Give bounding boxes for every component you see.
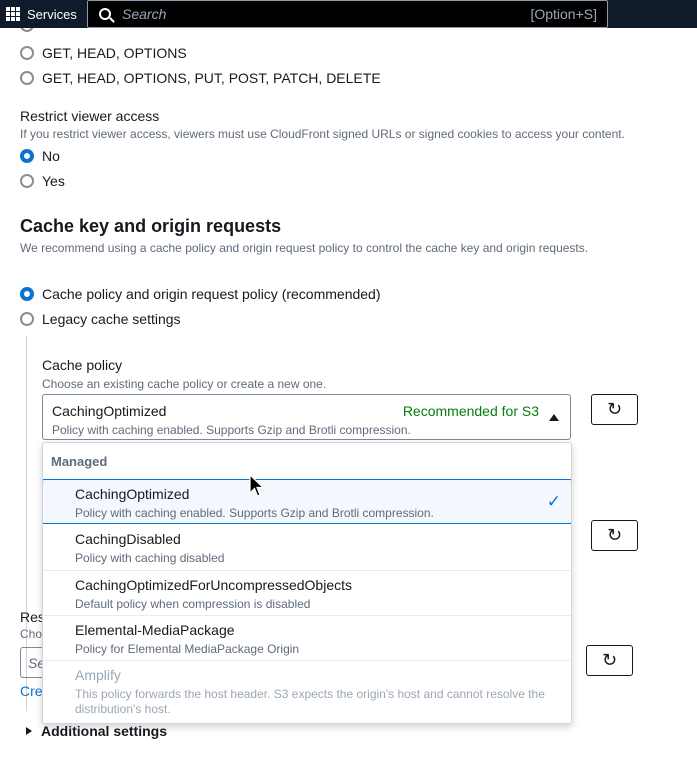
- cache-policy-dropdown: Managed CachingOptimized Policy with cac…: [42, 442, 572, 724]
- radio-button[interactable]: [20, 46, 34, 60]
- checkmark-icon: ✓: [546, 492, 561, 512]
- allowed-methods-option-all[interactable]: GET, HEAD, OPTIONS, PUT, POST, PATCH, DE…: [20, 70, 381, 86]
- additional-settings-label: Additional settings: [41, 723, 167, 739]
- legacy-cache-settings-option[interactable]: Legacy cache settings: [20, 311, 181, 327]
- restrict-viewer-access-description: If you restrict viewer access, viewers m…: [20, 127, 625, 141]
- option-description: Policy with caching disabled: [75, 551, 225, 565]
- option-title: CachingOptimized: [75, 486, 190, 502]
- option-description: Policy for Elemental MediaPackage Origin: [75, 642, 300, 656]
- option-description: This policy forwards the host header. S3…: [75, 687, 545, 716]
- refresh-icon: ↻: [606, 525, 623, 546]
- cache-policy-label: Cache policy: [42, 357, 123, 373]
- cache-policy-select[interactable]: CachingOptimized Policy with caching ena…: [42, 394, 571, 440]
- radio-label: Legacy cache settings: [42, 311, 181, 327]
- selected-policy-title: CachingOptimized: [52, 403, 167, 419]
- dropdown-option-amplify: Amplify This policy forwards the host he…: [43, 660, 571, 718]
- search-placeholder: Search: [122, 6, 167, 22]
- option-description: Policy with caching enabled. Supports Gz…: [75, 506, 434, 520]
- services-menu-button[interactable]: Services: [0, 0, 77, 28]
- radio-button[interactable]: [20, 149, 34, 163]
- restrict-viewer-access-yes[interactable]: Yes: [20, 173, 65, 189]
- option-title: Elemental-MediaPackage: [75, 622, 235, 638]
- option-title: CachingOptimizedForUncompressedObjects: [75, 577, 352, 593]
- dropdown-option-elemental-mediapackage[interactable]: Elemental-MediaPackage Policy for Elemen…: [43, 615, 571, 660]
- allowed-methods-option-get-head-options[interactable]: GET, HEAD, OPTIONS: [20, 45, 187, 61]
- cache-key-section-title: Cache key and origin requests: [20, 216, 282, 236]
- selected-policy-description: Policy with caching enabled. Supports Gz…: [52, 423, 411, 437]
- dropdown-option-caching-disabled[interactable]: CachingDisabled Policy with caching disa…: [43, 525, 571, 570]
- search-icon: [99, 8, 111, 20]
- radio-button[interactable]: [20, 312, 34, 326]
- refresh-icon: ↻: [601, 650, 618, 671]
- additional-settings-expander[interactable]: Additional settings: [26, 723, 167, 739]
- response-headers-policy-select[interactable]: Se: [20, 647, 42, 678]
- dropdown-option-caching-optimized-uncompressed[interactable]: CachingOptimizedForUncompressedObjects D…: [43, 570, 571, 615]
- create-policy-link[interactable]: Crea: [20, 683, 42, 699]
- radio-button[interactable]: [20, 287, 34, 301]
- refresh-origin-request-policy-button[interactable]: ↻: [591, 520, 638, 551]
- option-description: Default policy when compression is disab…: [75, 597, 311, 611]
- dropdown-option-caching-optimized[interactable]: CachingOptimized Policy with caching ena…: [43, 479, 571, 524]
- search-shortcut-hint: [Option+S]: [530, 6, 597, 22]
- dropdown-group-label: Managed: [51, 454, 108, 469]
- restrict-viewer-access-label: Restrict viewer access: [20, 108, 160, 124]
- refresh-icon: ↻: [606, 399, 623, 420]
- caret-up-icon: [549, 414, 559, 421]
- option-title: Amplify: [75, 667, 121, 683]
- radio-label: GET, HEAD, OPTIONS: [42, 45, 187, 61]
- search-input[interactable]: Search [Option+S]: [87, 0, 608, 28]
- cache-key-section-description: We recommend using a cache policy and or…: [20, 241, 589, 255]
- caret-right-icon: [26, 727, 32, 735]
- services-label: Services: [27, 6, 77, 22]
- top-navigation-bar: Services Search [Option+S]: [0, 0, 697, 28]
- services-grid-icon: [6, 7, 20, 21]
- response-headers-policy-label: Resp: [20, 609, 42, 625]
- radio-button[interactable]: [20, 71, 34, 85]
- refresh-cache-policy-button[interactable]: ↻: [591, 394, 638, 425]
- response-headers-policy-description: Choo: [20, 627, 42, 641]
- allowed-methods-radio-get-head[interactable]: [20, 28, 34, 32]
- restrict-viewer-access-no[interactable]: No: [20, 148, 60, 164]
- radio-label: GET, HEAD, OPTIONS, PUT, POST, PATCH, DE…: [42, 70, 381, 86]
- radio-label: No: [42, 148, 60, 164]
- recommended-tag: Recommended for S3: [402, 403, 539, 419]
- refresh-response-headers-policy-button[interactable]: ↻: [586, 645, 633, 676]
- cache-policy-recommended-option[interactable]: Cache policy and origin request policy (…: [20, 286, 381, 302]
- radio-button[interactable]: [20, 174, 34, 188]
- radio-label: Cache policy and origin request policy (…: [42, 286, 381, 302]
- option-title: CachingDisabled: [75, 531, 181, 547]
- cache-policy-description: Choose an existing cache policy or creat…: [42, 377, 327, 391]
- radio-label: Yes: [42, 173, 65, 189]
